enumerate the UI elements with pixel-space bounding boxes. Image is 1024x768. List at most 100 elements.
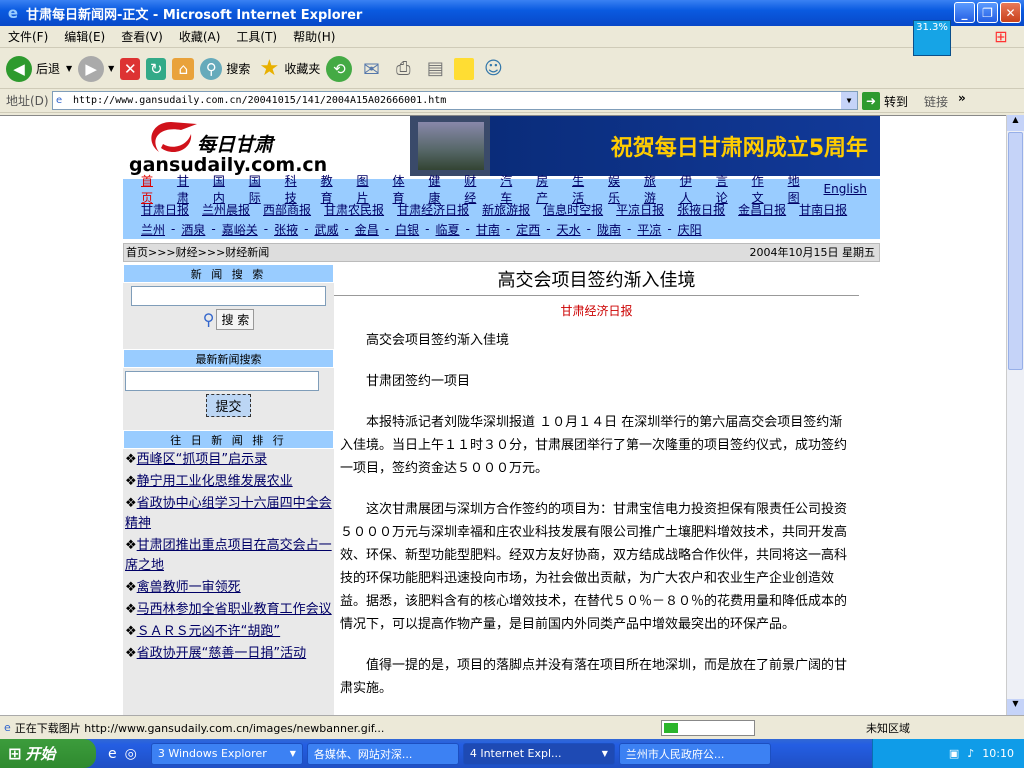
task-government-site[interactable]: 兰州市人民政府公...	[618, 742, 771, 765]
nav-city-link[interactable]: 庆阳	[678, 221, 702, 238]
back-button[interactable]: ◀ 后退 ▼	[6, 55, 72, 82]
nav-separator: -	[344, 222, 349, 236]
nav-newspaper-link[interactable]: 甘肃农民报	[324, 201, 384, 218]
history-button[interactable]: ⟲	[326, 55, 353, 82]
nav-city-link[interactable]: 天水	[557, 221, 581, 238]
messenger-button[interactable]: ☺	[480, 56, 506, 82]
nav-city-link[interactable]: 陇南	[597, 221, 621, 238]
links-button[interactable]: 链接	[924, 93, 948, 110]
ranking-link[interactable]: 静宁用工业化思维发展农业	[137, 474, 293, 489]
chevron-down-icon[interactable]: ▼	[66, 64, 72, 73]
breadcrumb-path[interactable]: 首页>>>财经>>>财经新闻	[126, 246, 269, 259]
nav-newspaper-link[interactable]: 平凉日报	[616, 201, 664, 218]
edit-button[interactable]: ▤	[422, 56, 448, 82]
anniversary-banner[interactable]: 祝贺每日甘肃网成立5周年	[410, 116, 880, 176]
favorites-button[interactable]: ★ 收藏夹	[256, 56, 320, 82]
nav-city-link[interactable]: 金昌	[355, 221, 379, 238]
start-button[interactable]: ⊞ 开始	[0, 739, 96, 768]
nav-city-link[interactable]: 张掖	[274, 221, 298, 238]
nav-city-link[interactable]: 白银	[395, 221, 419, 238]
menu-view[interactable]: 查看(V)	[113, 28, 171, 45]
ranking-link[interactable]: 马西林参加全省职业教育工作会议	[137, 602, 332, 617]
nav-separator: -	[586, 222, 591, 236]
nav-newspaper-link[interactable]: 甘肃经济日报	[397, 201, 469, 218]
stop-button[interactable]: ✕	[120, 57, 141, 80]
nav-city-link[interactable]: 平凉	[637, 221, 661, 238]
nav-newspaper-link[interactable]: 甘肃日报	[141, 201, 189, 218]
nav-newspaper-link[interactable]: 西部商报	[263, 201, 311, 218]
nav-city-link[interactable]: 定西	[516, 221, 540, 238]
restore-button[interactable]: ❐	[977, 2, 998, 23]
discuss-button[interactable]	[454, 57, 475, 80]
nav-city-link[interactable]: 酒泉	[181, 221, 205, 238]
minimize-button[interactable]: _	[954, 2, 975, 23]
nav-separator: -	[425, 222, 430, 236]
windows-flag-icon: ⊞	[8, 744, 22, 763]
search-icon: ⚲	[200, 57, 223, 80]
ranking-link[interactable]: 甘肃团推出重点项目在高交会占一席之地	[125, 538, 332, 573]
note-icon	[454, 57, 475, 80]
forward-button[interactable]: ▶ ▼	[78, 55, 114, 82]
mail-button[interactable]: ✉	[358, 56, 384, 82]
nav-newspaper-link[interactable]: 新旅游报	[482, 201, 530, 218]
tray-volume-icon[interactable]: ♪	[967, 747, 974, 760]
left-sidebar: 新 闻 搜 索 ⚲ 搜 索 最新新闻搜索 提交 往 日 新 闻 排 行 ❖西峰区…	[123, 264, 334, 715]
stop-icon: ✕	[120, 57, 141, 80]
quicklaunch-ie-icon[interactable]: e	[108, 746, 117, 762]
task-windows-explorer[interactable]: 3 Windows Explorer ▼	[150, 742, 303, 765]
submit-button[interactable]: 提交	[206, 394, 251, 417]
quicklaunch-browser-icon[interactable]: ◎	[125, 746, 137, 762]
menu-help[interactable]: 帮助(H)	[285, 28, 343, 45]
ranking-link[interactable]: 省政协开展“慈善一日捐”活动	[137, 646, 306, 661]
messenger-icon: ☺	[483, 58, 503, 79]
favorites-label: 收藏夹	[284, 62, 321, 76]
scroll-thumb[interactable]	[1008, 132, 1023, 370]
nav-newspaper-link[interactable]: 兰州晨报	[202, 201, 250, 218]
vertical-scrollbar[interactable]: ▲ ▼	[1006, 115, 1024, 715]
nav-newspaper-link[interactable]: 甘南日报	[799, 201, 847, 218]
search-button[interactable]: ⚲ 搜索	[200, 57, 250, 80]
scroll-up-icon[interactable]: ▲	[1007, 115, 1024, 131]
task-document[interactable]: 各媒体、网站对深...	[306, 742, 459, 765]
back-arrow-icon: ◀	[6, 55, 32, 82]
nav-city-link[interactable]: 兰州	[141, 221, 165, 238]
nav-newspaper-link[interactable]: 信息时空报	[543, 201, 603, 218]
banner-text: 祝贺每日甘肃网成立5周年	[610, 136, 868, 161]
address-input[interactable]: e http://www.gansudaily.com.cn/20041015/…	[52, 91, 858, 110]
menu-edit[interactable]: 编辑(E)	[56, 28, 113, 45]
go-button[interactable]: ➜ 转到	[862, 92, 908, 110]
ranking-link[interactable]: ＳＡＲＳ元凶不许“胡跑”	[137, 624, 280, 639]
menu-file[interactable]: 文件(F)	[0, 28, 56, 45]
scroll-down-icon[interactable]: ▼	[1007, 699, 1024, 715]
nav-newspaper-link[interactable]: 金昌日报	[738, 201, 786, 218]
ranking-link[interactable]: 西峰区“抓项目”启示录	[137, 452, 267, 467]
news-search-input[interactable]	[131, 286, 326, 306]
close-button[interactable]: ✕	[1000, 2, 1021, 23]
ranking-link[interactable]: 省政协中心组学习十六届四中全会精神	[125, 496, 332, 531]
menu-favorites[interactable]: 收藏(A)	[171, 28, 229, 45]
site-logo[interactable]: 每日甘肃 gansudaily.com.cn	[123, 116, 363, 180]
chevron-down-icon[interactable]: ▼	[108, 64, 114, 73]
refresh-button[interactable]: ↻	[146, 57, 167, 80]
home-button[interactable]: ⌂	[172, 57, 195, 80]
nav-newspaper-link[interactable]: 张掖日报	[677, 201, 725, 218]
chevron-right-icon[interactable]: »	[958, 91, 966, 105]
latest-search-input[interactable]	[125, 371, 319, 391]
nav-city-link[interactable]: 武威	[314, 221, 338, 238]
article-paragraph: 本报特派记者刘陇华深圳报道 １０月１４日 在深圳举行的第六届高交会项目签约渐入佳…	[340, 415, 848, 476]
nav-link[interactable]: English	[824, 182, 867, 196]
nav-city-link[interactable]: 甘南	[476, 221, 500, 238]
print-button[interactable]: ⎙	[390, 56, 416, 82]
task-internet-explorer[interactable]: 4 Internet Expl... ▼	[462, 742, 615, 765]
nav-separator: -	[384, 222, 390, 236]
chevron-down-icon: ▼	[601, 749, 608, 758]
ranking-item: ❖禽兽教师一审领死	[123, 577, 334, 599]
nav-city-link[interactable]: 临夏	[436, 221, 460, 238]
dropdown-chevron-icon[interactable]: ▼	[841, 92, 857, 109]
go-label: 转到	[884, 94, 909, 109]
nav-city-link[interactable]: 嘉峪关	[222, 221, 258, 238]
menu-tools[interactable]: 工具(T)	[228, 28, 285, 45]
search-submit-button[interactable]: ⚲ 搜 索	[203, 309, 255, 330]
tray-network-icon[interactable]: ▣	[949, 747, 959, 760]
ranking-link[interactable]: 禽兽教师一审领死	[137, 580, 241, 595]
